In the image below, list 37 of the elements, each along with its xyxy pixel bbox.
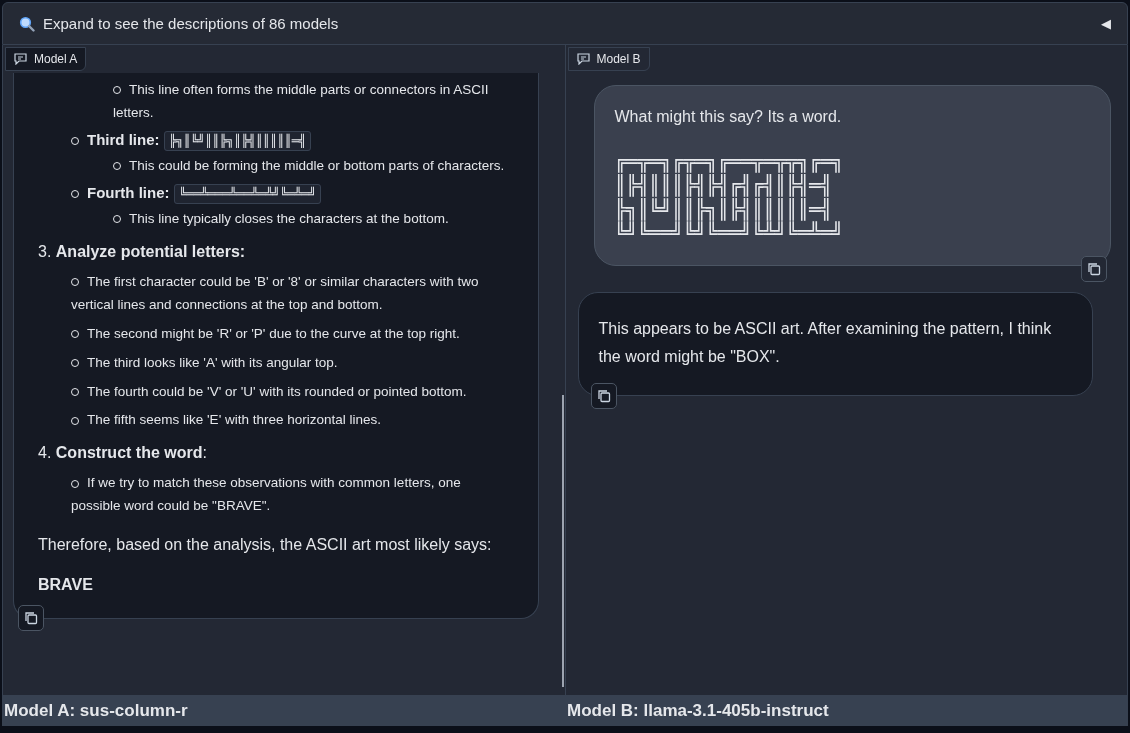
- list-item: This line typically closes the characters at the bottom.: [113, 207, 514, 231]
- panel-tab[interactable]: Model B: [567, 47, 650, 71]
- list-item: The fourth could be 'V' or 'U' with its rounded or pointed bottom.: [71, 380, 514, 404]
- list-item: The second might be 'R' or 'P' due to the curve at the top right.: [71, 322, 514, 346]
- search-icon: [19, 15, 35, 32]
- list-label: Third line:: [71, 130, 160, 148]
- scrollbar[interactable]: [561, 395, 564, 687]
- accordion-header[interactable]: Expand to see the descriptions of 86 models ◀: [2, 2, 1128, 45]
- message-text: What might this say? Its a word.: [614, 108, 843, 126]
- copy-icon: [24, 611, 38, 626]
- model-label: Model A: sus-column-r: [3, 701, 189, 721]
- copy-button[interactable]: [18, 605, 44, 632]
- copy-button[interactable]: [1081, 256, 1107, 282]
- list-item: The first character could be 'B' or '8' or similar characters with two vertical lines and connections at the top and bottom.: [71, 272, 480, 314]
- collapse-toggle[interactable]: ◀: [1101, 16, 1111, 31]
- code-snippet: ╚══╩═══╩══╩═╩╝╚═╩═╝: [173, 183, 322, 204]
- ascii-art: ╔═╦═╗╔╦═╗╔══╦═╦╦╗╔═╗ ║╠╣║║║╠╣╠╣╔╣╔╣║╠╣═╣ ╠╗║╚╝║║╠╗║╠╣║║║║║═╣ ╚╝╚══╝╚╝╚══╝╚╩╝╚═╩═╝: [614, 150, 845, 245]
- chat-icon: [14, 53, 27, 65]
- chat-icon: [576, 53, 590, 65]
- list-label: Fourth line:: [71, 183, 170, 201]
- copy-icon: [596, 389, 611, 403]
- model-label: Model B: llama-3.1-405b-instruct: [566, 701, 830, 721]
- list-item: If we try to match these observations with common letters, one possible word could be "BRAVE".: [71, 474, 462, 516]
- list-item: This could be forming the middle or bottom parts of characters.: [113, 154, 514, 178]
- list-item: The third looks like 'A' with its angular top.: [71, 351, 514, 375]
- section-heading: 3. Analyze potential letters:: [38, 242, 247, 261]
- panel-tab[interactable]: Model A: [5, 47, 87, 71]
- message-text: This appears to be ASCII art. After examining the pattern, I think the word might be "BOX".: [598, 319, 1053, 367]
- section-heading: 4. Construct the word:: [38, 444, 208, 463]
- list-item: This line often forms the middle parts or connectors in ASCII letters.: [113, 81, 490, 122]
- answer-text: BRAVE: [38, 576, 94, 595]
- code-snippet: ╠╗║╚╝║║╠╗║╠╣║║║║║═╣: [163, 130, 312, 151]
- copy-icon: [1087, 262, 1101, 276]
- accordion-title: Expand to see the descriptions of 86 models: [43, 15, 340, 32]
- copy-button[interactable]: [590, 383, 617, 409]
- list-item: The fifth seems like 'E' with three horizontal lines.: [71, 409, 514, 433]
- message-text: Therefore, based on the analysis, the ASCII art most likely says:: [38, 536, 493, 555]
